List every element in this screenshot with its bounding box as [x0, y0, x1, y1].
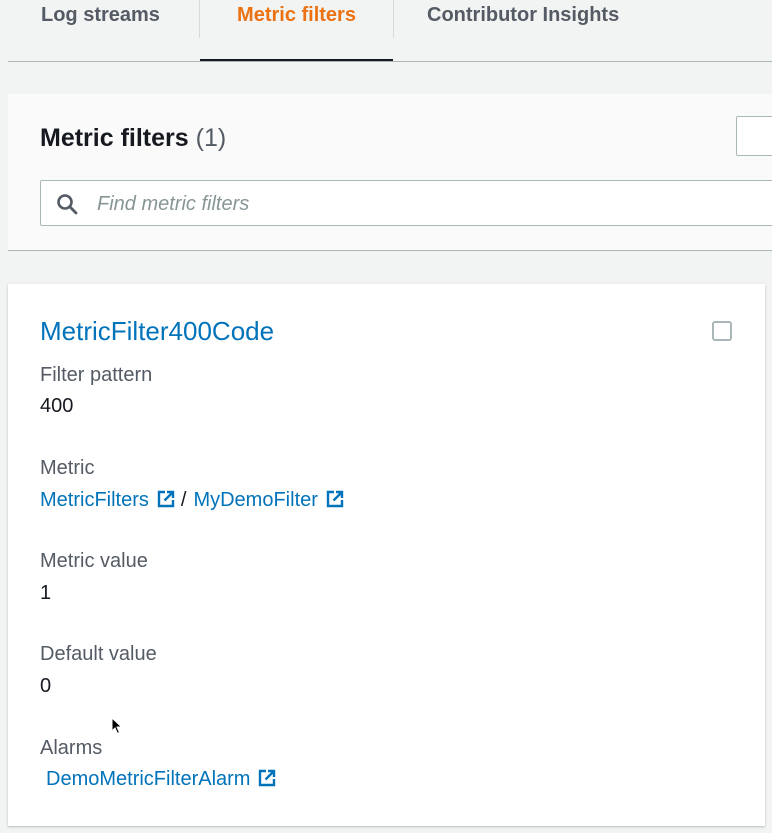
tab-contributor-insights[interactable]: Contributor Insights [427, 0, 619, 61]
search-box[interactable] [40, 180, 772, 227]
filter-count: (1) [195, 124, 227, 152]
filter-pattern-value: 400 [40, 395, 74, 417]
tab-metric-filters[interactable]: Metric filters [200, 0, 393, 62]
tab-label: Metric filters [237, 4, 356, 26]
filter-pattern-label: Filter pattern [40, 364, 153, 386]
tab-bar: Log streams Metric filters Contributor I… [0, 0, 772, 62]
metric-value-label: Metric value [40, 550, 148, 572]
metric-separator: / [180, 489, 187, 511]
tab-label: Contributor Insights [427, 4, 620, 26]
alarm-link[interactable]: DemoMetricFilterAlarm [46, 768, 276, 790]
search-input[interactable] [95, 181, 749, 227]
metric-namespace-link[interactable]: MetricFilters [40, 489, 175, 511]
select-checkbox[interactable] [712, 321, 732, 341]
alarms-label: Alarms [40, 737, 103, 759]
metric-label: Metric [40, 457, 95, 479]
mouse-cursor-icon [111, 717, 123, 735]
external-link-icon [259, 769, 276, 787]
alarms-value: DemoMetricFilterAlarm [46, 768, 276, 791]
metric-filters-header: Metric filters (1) [8, 94, 772, 251]
search-icon [57, 194, 78, 215]
metric-name-link[interactable]: MyDemoFilter [193, 489, 344, 511]
page-title: Metric filters (1) [40, 124, 226, 153]
external-link-icon [326, 490, 344, 508]
header-action-button[interactable] [736, 116, 772, 156]
tab-divider [393, 0, 394, 38]
metric-value-links: MetricFilters / MyDemoFilter [40, 489, 344, 512]
metric-filter-name-link[interactable]: MetricFilter400Code [40, 316, 274, 347]
default-value-value: 0 [40, 675, 52, 697]
default-value-label: Default value [40, 643, 157, 665]
metric-value-value: 1 [40, 582, 52, 604]
tab-log-streams[interactable]: Log streams [41, 0, 160, 61]
page-title-text: Metric filters [40, 124, 189, 152]
tab-bar-underline [8, 61, 772, 62]
external-link-icon [157, 490, 175, 508]
alarm-name-text: DemoMetricFilterAlarm [46, 768, 251, 790]
metric-namespace-text: MetricFilters [40, 489, 149, 511]
metric-name-text: MyDemoFilter [193, 489, 318, 511]
tab-label: Log streams [41, 4, 160, 26]
metric-filter-card: MetricFilter400Code Filter pattern 400 M… [8, 284, 765, 826]
